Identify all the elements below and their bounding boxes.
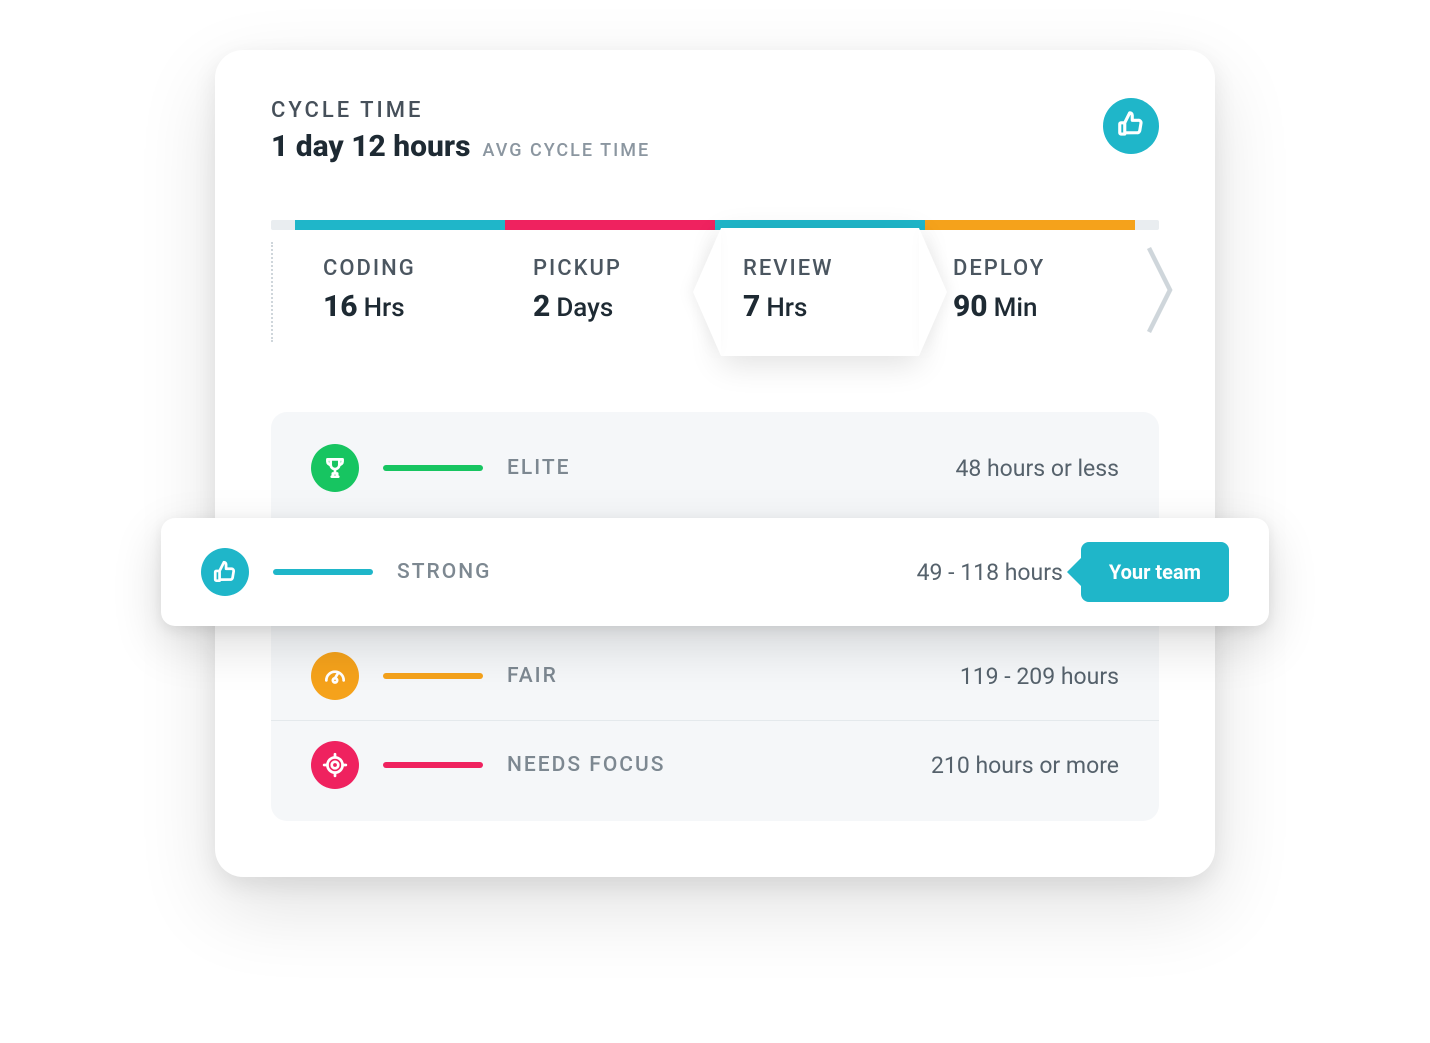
thumbs-up-icon	[201, 548, 249, 596]
benchmark-range: 210 hours or more	[931, 752, 1119, 779]
benchmark-row-elite[interactable]: ELITE 48 hours or less	[271, 424, 1159, 512]
benchmark-range: 49 - 118 hours	[917, 559, 1063, 586]
benchmark-row-fair[interactable]: FAIR 119 - 209 hours	[271, 632, 1159, 720]
stages-section: CODING 16 Hrs PICKUP 2 Days REVIEW 7 Hrs	[271, 220, 1159, 342]
benchmark-line	[273, 569, 373, 575]
header-text: CYCLE TIME 1 day 12 hours AVG CYCLE TIME	[271, 98, 650, 164]
stage-value: 16	[323, 289, 358, 324]
header-title: CYCLE TIME	[271, 98, 650, 123]
bar-lead	[271, 220, 295, 230]
target-icon	[311, 741, 359, 789]
benchmark-panel: ELITE 48 hours or less STRONG 49 - 118 h…	[271, 412, 1159, 821]
stage-label: PICKUP	[533, 256, 707, 281]
stage-coding[interactable]: CODING 16 Hrs	[295, 242, 505, 342]
benchmark-label: NEEDS FOCUS	[507, 753, 665, 777]
stage-deploy[interactable]: DEPLOY 90 Min	[925, 242, 1135, 342]
stage-label: DEPLOY	[953, 256, 1127, 281]
benchmark-line	[383, 762, 483, 768]
stage-label: CODING	[323, 256, 497, 281]
gauge-icon	[311, 652, 359, 700]
benchmark-range: 119 - 209 hours	[960, 663, 1119, 690]
thumbs-up-icon	[1116, 109, 1146, 143]
avg-cycle-value: 1 day 12 hours	[271, 129, 471, 164]
cycle-time-card: CYCLE TIME 1 day 12 hours AVG CYCLE TIME…	[215, 50, 1215, 877]
benchmark-line	[383, 673, 483, 679]
your-team-label: Your team	[1109, 560, 1201, 584]
benchmark-line	[383, 465, 483, 471]
bar-seg-coding	[295, 220, 505, 230]
thumbs-up-badge	[1103, 98, 1159, 154]
bar-trail	[1135, 220, 1159, 230]
trophy-icon	[311, 444, 359, 492]
benchmark-label: FAIR	[507, 664, 558, 688]
avg-cycle-label: AVG CYCLE TIME	[483, 140, 651, 161]
row-lead-dotted	[271, 242, 295, 342]
stage-value: 2	[533, 289, 550, 324]
stage-unit: Hrs	[766, 293, 807, 323]
benchmark-label: ELITE	[507, 456, 571, 480]
header-subtitle: 1 day 12 hours AVG CYCLE TIME	[271, 129, 650, 164]
stage-unit: Days	[556, 293, 613, 323]
stage-value: 7	[743, 289, 760, 324]
stage-row: CODING 16 Hrs PICKUP 2 Days REVIEW 7 Hrs	[271, 242, 1159, 342]
bar-seg-deploy	[925, 220, 1135, 230]
stage-label: REVIEW	[743, 256, 917, 281]
benchmark-label: STRONG	[397, 560, 491, 584]
row-trail	[1135, 242, 1159, 342]
stage-unit: Min	[994, 293, 1038, 323]
bar-seg-pickup	[505, 220, 715, 230]
benchmark-range: 48 hours or less	[955, 455, 1119, 482]
benchmark-row-needs-focus[interactable]: NEEDS FOCUS 210 hours or more	[271, 720, 1159, 809]
chevron-right-icon	[1143, 245, 1179, 339]
stage-review[interactable]: REVIEW 7 Hrs	[715, 242, 925, 342]
your-team-badge: Your team	[1081, 542, 1229, 602]
card-header: CYCLE TIME 1 day 12 hours AVG CYCLE TIME	[271, 98, 1159, 164]
benchmark-row-strong[interactable]: STRONG 49 - 118 hours Your team	[161, 518, 1269, 626]
stage-pickup[interactable]: PICKUP 2 Days	[505, 242, 715, 342]
stage-unit: Hrs	[364, 293, 405, 323]
stage-value: 90	[953, 289, 988, 324]
